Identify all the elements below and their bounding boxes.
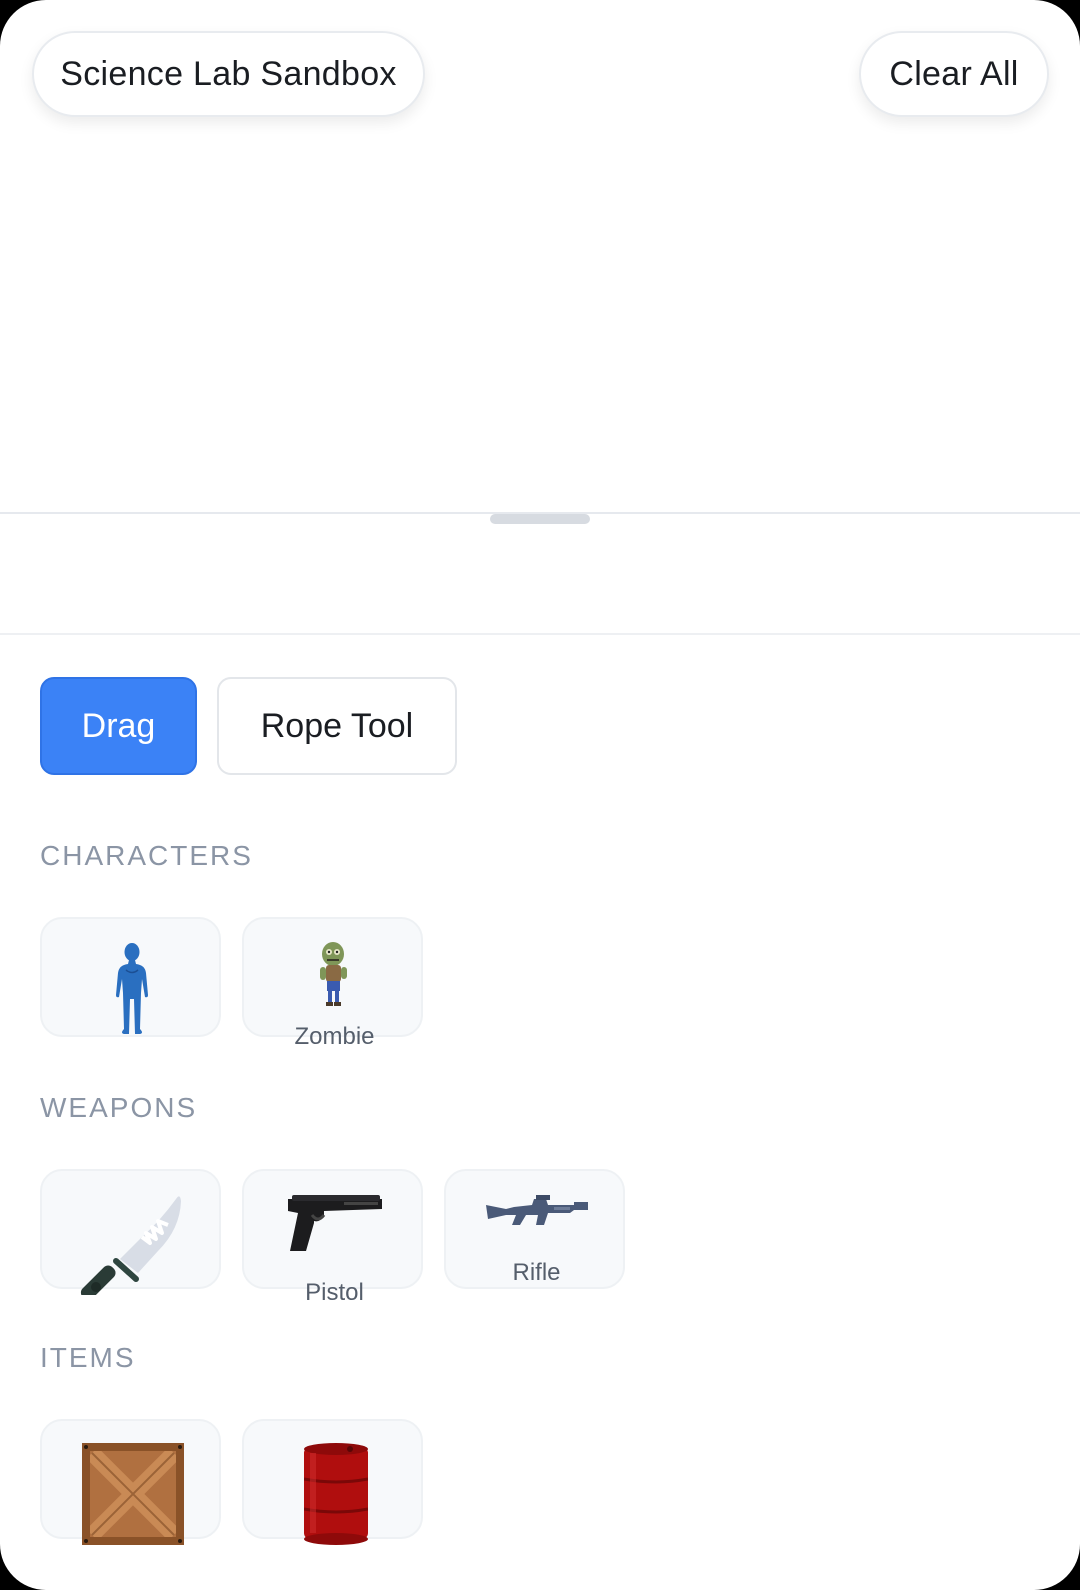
tile-label-rifle: Rifle [512,1259,561,1286]
drag-mode-button[interactable]: Drag [40,677,197,775]
knife-icon [80,1196,181,1295]
section-title-weapons: WEAPONS [40,1092,198,1123]
spawn-tile-human[interactable] [40,917,221,1037]
section-title-items: ITEMS [40,1342,136,1373]
rope-tool-button[interactable]: Rope Tool [217,677,457,775]
rifle-icon [486,1195,588,1225]
spawn-tile-crate[interactable] [40,1419,221,1545]
spawn-tile-rifle[interactable]: Rifle [444,1169,625,1289]
sandbox-canvas[interactable] [0,140,1080,512]
spawn-tile-pistol[interactable]: Pistol [242,1169,423,1306]
clear-all-button[interactable]: Clear All [859,31,1049,117]
human-figure-icon [116,943,148,1034]
tile-label-zombie: Zombie [294,1023,375,1050]
barrel-icon [304,1443,368,1545]
pistol-icon [288,1195,382,1251]
zombie-icon [320,942,347,1006]
top-bar: Science Lab Sandbox Clear All [0,0,1080,140]
spawn-tile-barrel[interactable] [242,1419,423,1545]
app-title-pill[interactable]: Science Lab Sandbox [32,31,425,117]
spawn-tile-zombie[interactable]: Zombie [242,917,423,1050]
panel-resize-handle[interactable] [490,514,590,524]
app-screen: Science Lab Sandbox Clear All Drag Rope … [0,0,1080,1590]
crate-icon [82,1443,184,1545]
spawn-tile-knife[interactable] [40,1169,221,1295]
section-title-characters: CHARACTERS [40,840,253,871]
toolbar-divider [0,633,1080,635]
tile-label-pistol: Pistol [305,1279,364,1306]
